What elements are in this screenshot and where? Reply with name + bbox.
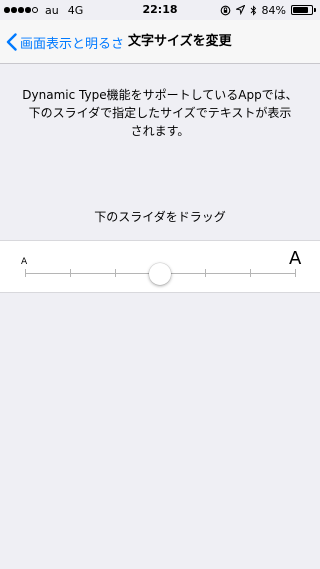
location-icon — [235, 5, 245, 15]
status-bar: au 4G 22:18 84% — [0, 0, 320, 20]
large-text-size-label: A — [289, 248, 302, 269]
slider-hint: 下のスライダをドラッグ — [94, 210, 226, 224]
battery-icon — [291, 5, 313, 15]
orientation-lock-icon — [220, 5, 230, 15]
page-title: 文字サイズを変更 — [128, 34, 232, 49]
battery-tip — [314, 8, 316, 12]
navigation-bar: 画面表示と明るさ 文字サイズを変更 — [0, 20, 320, 64]
status-right: 84% — [220, 3, 316, 17]
slider-tick — [295, 269, 296, 277]
slider-tick — [70, 269, 71, 277]
chevron-left-icon — [6, 33, 17, 51]
battery-percentage: 84% — [261, 3, 286, 17]
slider-tick — [25, 269, 26, 277]
slider-thumb[interactable] — [149, 263, 171, 285]
slider-tick — [250, 269, 251, 277]
slider-tick — [115, 269, 116, 277]
back-button-label: 画面表示と明るさ — [20, 36, 125, 52]
battery-fill — [293, 7, 309, 13]
text-size-slider-panel: A A — [0, 240, 320, 293]
slider-tick — [205, 269, 206, 277]
small-text-size-label: A — [21, 257, 28, 267]
description-text: Dynamic Type機能をサポートしているAppでは、 下のスライダで指定し… — [22, 88, 298, 138]
back-button[interactable]: 画面表示と明るさ — [6, 20, 124, 64]
bluetooth-icon — [250, 4, 256, 16]
